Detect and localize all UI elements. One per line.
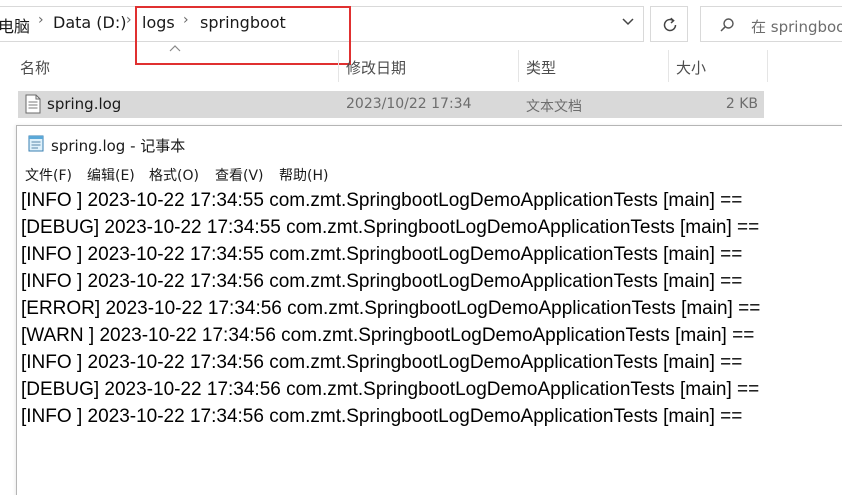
search-placeholder: 在 springboot [751, 18, 842, 36]
notepad-window: spring.log - 记事本 文件(F) 编辑(E) 格式(O) 查看(V)… [16, 125, 842, 495]
column-header-size[interactable]: 大小 [676, 57, 706, 78]
log-line: [INFO ] 2023-10-22 17:34:56 com.zmt.Spri… [21, 352, 743, 373]
search-input[interactable]: 在 springboot [700, 6, 842, 42]
column-divider[interactable] [668, 50, 669, 82]
column-divider[interactable] [767, 50, 768, 82]
file-type: 文本文档 [526, 99, 582, 115]
file-size: 2 KB [725, 96, 758, 112]
menu-help[interactable]: 帮助(H) [279, 165, 328, 185]
file-modified-date: 2023/10/22 17:34 [346, 96, 472, 112]
menu-edit[interactable]: 编辑(E) [87, 165, 135, 185]
menu-bar: 文件(F) 编辑(E) 格式(O) 查看(V) 帮助(H) [17, 162, 842, 186]
log-line: [INFO ] 2023-10-22 17:34:55 com.zmt.Spri… [21, 244, 743, 265]
breadcrumb-data-drive[interactable]: Data (D:) [53, 13, 126, 32]
menu-file[interactable]: 文件(F) [25, 165, 72, 185]
log-line: [INFO ] 2023-10-22 17:34:56 com.zmt.Spri… [21, 406, 743, 427]
breadcrumb-this-pc[interactable]: 电脑 [0, 13, 30, 37]
refresh-icon [663, 17, 677, 32]
sort-caret-icon [169, 45, 181, 52]
chevron-right-icon[interactable]: › [126, 12, 132, 28]
log-line: [ERROR] 2023-10-22 17:34:56 com.zmt.Spri… [21, 298, 761, 319]
log-line: [INFO ] 2023-10-22 17:34:55 com.zmt.Spri… [21, 190, 743, 211]
search-icon [720, 18, 734, 32]
column-divider[interactable] [338, 50, 339, 82]
text-editor-area[interactable]: [INFO ] 2023-10-22 17:34:55 com.zmt.Spri… [21, 187, 842, 495]
column-header-modified[interactable]: 修改日期 [346, 57, 406, 78]
log-line: [WARN ] 2023-10-22 17:34:56 com.zmt.Spri… [21, 325, 755, 346]
chevron-right-icon[interactable]: › [38, 12, 44, 28]
file-name: spring.log [47, 95, 122, 113]
highlight-annotation [135, 6, 351, 65]
menu-format[interactable]: 格式(O) [149, 165, 199, 185]
window-title: spring.log - 记事本 [51, 137, 186, 155]
file-row-spring-log[interactable]: spring.log 2023/10/22 17:34 文本文档 2 KB [18, 91, 764, 118]
log-line: [DEBUG] 2023-10-22 17:34:55 com.zmt.Spri… [21, 217, 760, 238]
log-line: [DEBUG] 2023-10-22 17:34:56 com.zmt.Spri… [21, 379, 760, 400]
column-divider[interactable] [518, 50, 519, 82]
menu-view[interactable]: 查看(V) [215, 165, 264, 185]
column-header-name[interactable]: 名称 [20, 57, 50, 78]
text-file-icon [25, 94, 41, 114]
refresh-button[interactable] [650, 6, 688, 42]
address-bar-row: 电脑 › Data (D:) › logs › springboot 在 spr… [0, 0, 842, 65]
chevron-down-icon[interactable] [620, 14, 636, 30]
column-header-type[interactable]: 类型 [526, 57, 556, 78]
notepad-icon [28, 135, 44, 152]
log-line: [INFO ] 2023-10-22 17:34:56 com.zmt.Spri… [21, 271, 743, 292]
notepad-titlebar[interactable]: spring.log - 记事本 [17, 126, 842, 160]
